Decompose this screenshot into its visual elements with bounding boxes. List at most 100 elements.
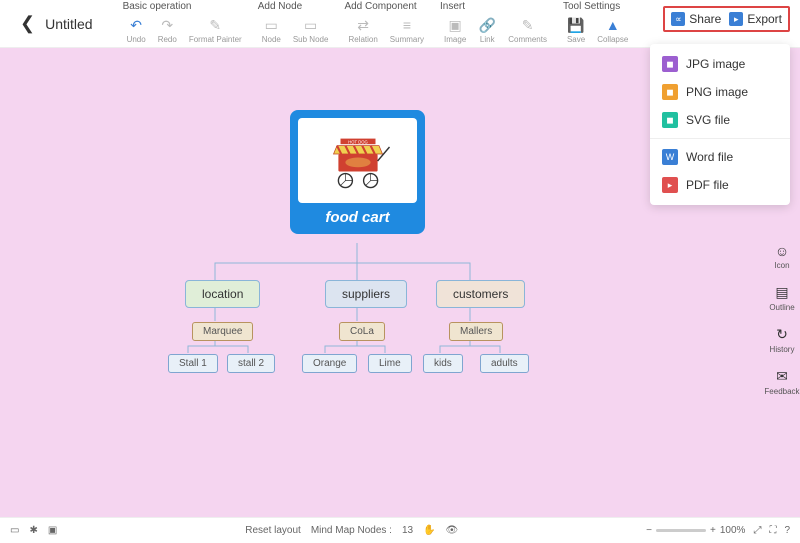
food-cart-icon: HOT DOG <box>323 126 393 196</box>
relation-icon: ⇄ <box>354 16 372 34</box>
right-sidebar: ☺Icon ▤Outline ↻History ✉Feedback <box>764 243 800 396</box>
node-stall2[interactable]: stall 2 <box>227 354 275 373</box>
export-button[interactable]: ▸ Export <box>729 12 782 26</box>
summary-button[interactable]: ≡Summary <box>386 14 428 46</box>
undo-button[interactable]: ↶Undo <box>123 14 150 46</box>
hotdog-tag-text: HOT DOG <box>348 139 367 144</box>
leaf-stall2: stall 2 <box>227 353 275 373</box>
hand-icon[interactable]: ✋ <box>423 525 435 536</box>
link-button[interactable]: 🔗Link <box>474 14 500 46</box>
fit-icon[interactable]: ⤢ <box>753 525 761 536</box>
export-word[interactable]: WWord file <box>650 143 790 171</box>
child-mallers: Mallers <box>449 321 503 341</box>
zoom-slider[interactable] <box>656 529 706 532</box>
outline-icon: ▤ <box>775 284 788 301</box>
zoom-out-button[interactable]: − <box>646 525 652 536</box>
subnode-icon: ▭ <box>302 16 320 34</box>
sub-node-button[interactable]: ▭Sub Node <box>289 14 333 46</box>
node-cola[interactable]: CoLa <box>339 322 385 341</box>
sidebar-icon-button[interactable]: ☺Icon <box>774 243 789 270</box>
export-dropdown: ◼JPG image ◼PNG image ◼SVG file WWord fi… <box>650 44 790 205</box>
leaf-kids: kids <box>423 353 463 373</box>
svg-icon: ◼ <box>662 112 678 128</box>
comment-icon: ✎ <box>519 16 537 34</box>
export-png[interactable]: ◼PNG image <box>650 78 790 106</box>
smile-icon: ☺ <box>775 243 789 259</box>
node-mallers[interactable]: Mallers <box>449 322 503 341</box>
leaf-adults: adults <box>480 353 529 373</box>
help-icon[interactable]: ? <box>784 525 790 536</box>
child-cola: CoLa <box>339 321 385 341</box>
brush-icon: ✎ <box>206 16 224 34</box>
root-label: food cart <box>298 209 417 226</box>
zoom-in-button[interactable]: + <box>710 525 716 536</box>
document-title[interactable]: Untitled <box>45 16 92 32</box>
word-icon: W <box>662 149 678 165</box>
export-label: Export <box>747 12 782 26</box>
save-button[interactable]: 💾Save <box>563 14 589 46</box>
group-insert: Insert ▣Image 🔗Link ✎Comments <box>440 1 551 46</box>
fullscreen-icon[interactable]: ⛶ <box>769 525 776 536</box>
branch-location: location <box>185 280 260 308</box>
undo-icon: ↶ <box>127 16 145 34</box>
summary-icon: ≡ <box>398 16 416 34</box>
node-marquee[interactable]: Marquee <box>192 322 253 341</box>
group-add-component: Add Component ⇄Relation ≡Summary <box>344 1 428 46</box>
leaf-orange: Orange <box>302 353 357 373</box>
format-painter-button[interactable]: ✎Format Painter <box>185 14 246 46</box>
eye-icon[interactable]: 👁 <box>446 525 459 536</box>
collapse-button[interactable]: ▲Collapse <box>593 14 632 46</box>
share-icon: ∝ <box>671 12 685 26</box>
group-basic-operation: Basic operation ↶Undo ↷Redo ✎Format Pain… <box>123 1 246 46</box>
image-icon: ▣ <box>446 16 464 34</box>
back-button[interactable]: ❮ <box>10 13 45 34</box>
export-svg[interactable]: ◼SVG file <box>650 106 790 134</box>
relation-button[interactable]: ⇄Relation <box>344 14 381 46</box>
jpg-icon: ◼ <box>662 56 678 72</box>
sidebar-history-button[interactable]: ↻History <box>770 326 795 354</box>
collapse-icon: ▲ <box>604 16 622 34</box>
reset-layout-button[interactable]: Reset layout <box>245 525 301 536</box>
group-basic-label: Basic operation <box>123 1 246 12</box>
png-icon: ◼ <box>662 84 678 100</box>
node-lime[interactable]: Lime <box>368 354 412 373</box>
group-tools-label: Tool Settings <box>563 1 632 12</box>
node-button[interactable]: ▭Node <box>258 14 285 46</box>
node-suppliers[interactable]: suppliers <box>325 280 407 308</box>
layers-icon[interactable]: ▣ <box>48 525 57 536</box>
zoom-control[interactable]: − + 100% <box>646 525 745 536</box>
sidebar-outline-button[interactable]: ▤Outline <box>769 284 794 312</box>
export-pdf[interactable]: ▸PDF file <box>650 171 790 199</box>
node-stall1[interactable]: Stall 1 <box>168 354 218 373</box>
pdf-icon: ▸ <box>662 177 678 193</box>
node-customers[interactable]: customers <box>436 280 525 308</box>
group-insert-label: Insert <box>440 1 551 12</box>
node-location[interactable]: location <box>185 280 260 308</box>
redo-button[interactable]: ↷Redo <box>154 14 181 46</box>
nodes-label: Mind Map Nodes : <box>311 525 392 536</box>
group-add-node: Add Node ▭Node ▭Sub Node <box>258 1 333 46</box>
comments-button[interactable]: ✎Comments <box>504 14 551 46</box>
group-addcomp-label: Add Component <box>344 1 428 12</box>
sidebar-feedback-button[interactable]: ✉Feedback <box>764 368 799 396</box>
share-export-box: ∝ Share ▸ Export <box>663 6 790 32</box>
status-bar: ▭ ✱ ▣ Reset layout Mind Map Nodes : 13 ✋… <box>0 517 800 543</box>
node-kids[interactable]: kids <box>423 354 463 373</box>
root-node[interactable]: HOT DOG food cart <box>290 110 425 234</box>
share-button[interactable]: ∝ Share <box>671 12 721 26</box>
share-label: Share <box>689 12 721 26</box>
branch-suppliers: suppliers <box>325 280 407 308</box>
export-icon: ▸ <box>729 12 743 26</box>
branch-customers: customers <box>436 280 525 308</box>
presentation-icon[interactable]: ▭ <box>10 525 19 536</box>
top-toolbar: ❮ Untitled Basic operation ↶Undo ↷Redo ✎… <box>0 0 800 48</box>
export-jpg[interactable]: ◼JPG image <box>650 50 790 78</box>
child-marquee: Marquee <box>192 321 253 341</box>
target-icon[interactable]: ✱ <box>29 525 37 536</box>
root-image: HOT DOG <box>298 118 417 203</box>
image-button[interactable]: ▣Image <box>440 14 470 46</box>
zoom-value: 100% <box>720 525 746 536</box>
node-orange[interactable]: Orange <box>302 354 357 373</box>
node-adults[interactable]: adults <box>480 354 529 373</box>
save-icon: 💾 <box>567 16 585 34</box>
